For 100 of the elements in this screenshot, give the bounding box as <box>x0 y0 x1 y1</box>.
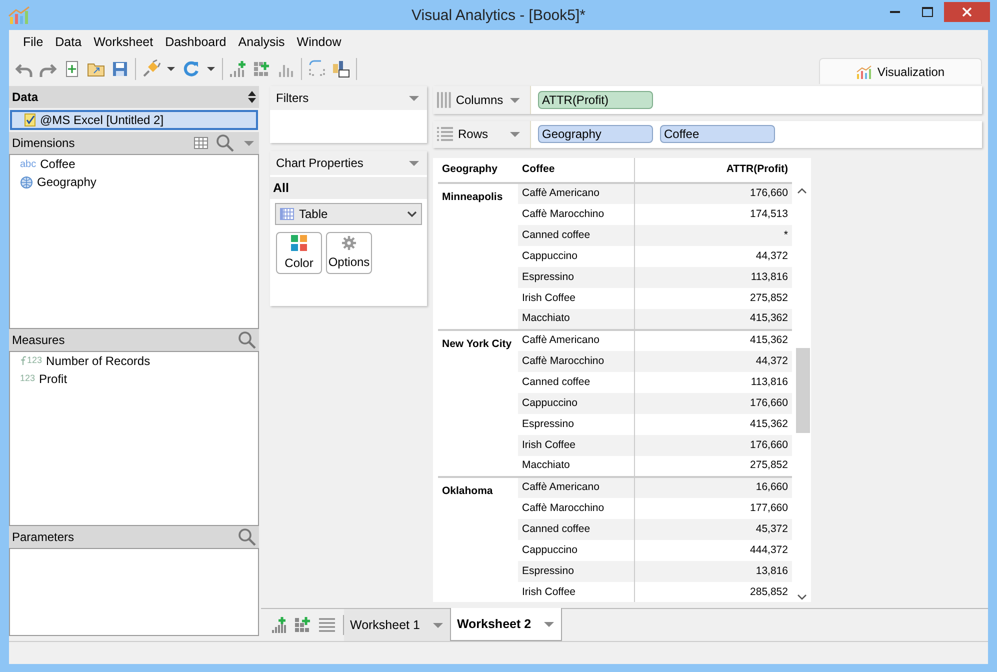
menu-item[interactable]: File <box>17 33 50 54</box>
visualization-tab[interactable]: Visualization <box>819 58 982 84</box>
type-label: 123 <box>27 354 42 368</box>
table-cell: 44,372 <box>634 351 792 372</box>
maximize-icon <box>922 7 932 17</box>
data-source-item[interactable]: @MS Excel [Untitled 2] <box>10 110 258 130</box>
scrollbar-thumb[interactable] <box>796 348 810 433</box>
rows-icon <box>437 127 453 142</box>
app-logo-icon <box>8 5 30 25</box>
sheet-tab[interactable]: Worksheet 2 <box>450 608 562 641</box>
table-cell: Espressino <box>518 414 634 435</box>
mark-group-header: All <box>270 177 427 199</box>
shelf-label: Rows <box>458 126 490 144</box>
close-button[interactable] <box>944 2 990 22</box>
table-cell: Irish Coffee <box>518 288 634 309</box>
checked-document-icon <box>24 113 36 127</box>
table-cell: 415,362 <box>634 414 792 435</box>
globe-icon <box>20 176 33 188</box>
menu-item[interactable]: Worksheet <box>88 33 160 54</box>
sheet-tab[interactable]: Worksheet 1 <box>344 609 450 641</box>
table-cell: Canned coffee <box>518 519 634 540</box>
add-bar-chart-icon[interactable] <box>271 617 287 633</box>
field-item[interactable]: abc Coffee <box>10 155 258 173</box>
table-icon <box>280 208 294 220</box>
table-cell: Cappuccino <box>518 393 634 414</box>
table-cell: Minneapolis <box>438 183 518 330</box>
save-icon[interactable] <box>110 59 130 79</box>
type-label: abc <box>20 158 36 172</box>
panel-title: Parameters <box>12 529 74 546</box>
field-pill[interactable]: Coffee <box>660 125 775 144</box>
color-squares-icon <box>291 234 307 250</box>
options-button[interactable]: Options <box>326 232 372 274</box>
type-label: 123 <box>20 372 36 386</box>
search-icon[interactable] <box>238 331 256 349</box>
table-cell: Cappuccino <box>518 540 634 561</box>
table-cell: Macchiato <box>518 456 634 477</box>
table-cell: 176,660 <box>634 183 792 204</box>
table-cell: 44,372 <box>634 246 792 267</box>
field-pill[interactable]: ATTR(Profit) <box>538 90 653 109</box>
search-icon[interactable] <box>216 134 234 152</box>
add-grid-icon[interactable] <box>252 59 272 79</box>
minimize-icon <box>890 11 900 13</box>
panel-title: Data <box>12 89 38 106</box>
field-pill[interactable]: Geography <box>538 125 653 144</box>
search-icon[interactable] <box>238 528 256 546</box>
table-cell: 285,852 <box>634 582 792 602</box>
table-cell: Caffè Americano <box>518 330 634 351</box>
table-cell: 13,816 <box>634 561 792 582</box>
field-item[interactable]: Geography <box>10 173 258 191</box>
field-item[interactable]: 123 Number of Records <box>10 352 258 370</box>
chevron-down-icon <box>407 210 417 218</box>
menu-item[interactable]: Data <box>49 33 88 54</box>
gear-icon <box>342 236 356 250</box>
formula-icon <box>20 356 27 366</box>
table-cell: 275,852 <box>634 288 792 309</box>
menu-item[interactable]: Window <box>290 33 348 54</box>
table-cell: 113,816 <box>634 267 792 288</box>
table-cell: 275,852 <box>634 456 792 477</box>
table-cell: Caffè Marocchino <box>518 351 634 372</box>
columns-icon <box>437 92 451 108</box>
list-icon[interactable] <box>319 618 335 632</box>
add-bar-chart-icon[interactable] <box>228 59 248 79</box>
menu-item[interactable]: Dashboard <box>159 33 232 54</box>
panel-title: Chart Properties <box>276 155 364 172</box>
shelf-label: Columns <box>456 92 504 109</box>
add-grid-icon[interactable] <box>295 617 311 633</box>
table-cell: Espressino <box>518 267 634 288</box>
table-cell: 444,372 <box>634 540 792 561</box>
table-cell: Caffè Americano <box>518 477 634 498</box>
table-cell: Irish Coffee <box>518 582 634 602</box>
table-cell: Canned coffee <box>518 225 634 246</box>
color-button[interactable]: Color <box>276 232 322 274</box>
table-cell: Caffè Marocchino <box>518 498 634 519</box>
chart-type-dropdown[interactable]: Table <box>275 203 422 225</box>
close-icon <box>962 7 972 17</box>
table-cell: 174,513 <box>634 204 792 225</box>
table-cell: 113,816 <box>634 372 792 393</box>
table-cell: 45,372 <box>634 519 792 540</box>
table-cell: Caffè Americano <box>518 183 634 204</box>
scroll-down-icon[interactable] <box>797 594 807 600</box>
scroll-up-icon[interactable] <box>797 188 807 194</box>
sort-arrows-icon[interactable] <box>248 91 256 103</box>
table-cell: 176,660 <box>634 435 792 456</box>
field-item[interactable]: 123 Profit <box>10 370 258 388</box>
panel-title: Dimensions <box>12 135 75 152</box>
menu-item[interactable]: Analysis <box>232 33 291 54</box>
table-cell: 16,660 <box>634 477 792 498</box>
table-cell: 415,362 <box>634 330 792 351</box>
table-cell: 177,660 <box>634 498 792 519</box>
table-icon[interactable] <box>194 137 208 149</box>
panel-title: Measures <box>12 332 65 349</box>
column-header: Geography <box>438 158 518 183</box>
table-cell: Irish Coffee <box>518 435 634 456</box>
scrollbar[interactable] <box>793 158 811 602</box>
table-cell: * <box>634 225 792 246</box>
table-cell: 415,362 <box>634 309 792 330</box>
table-cell: Caffè Marocchino <box>518 204 634 225</box>
window-title: Visual Analytics - [Book5]* <box>410 6 586 26</box>
table-cell: Macchiato <box>518 309 634 330</box>
export-icon[interactable] <box>331 59 351 79</box>
